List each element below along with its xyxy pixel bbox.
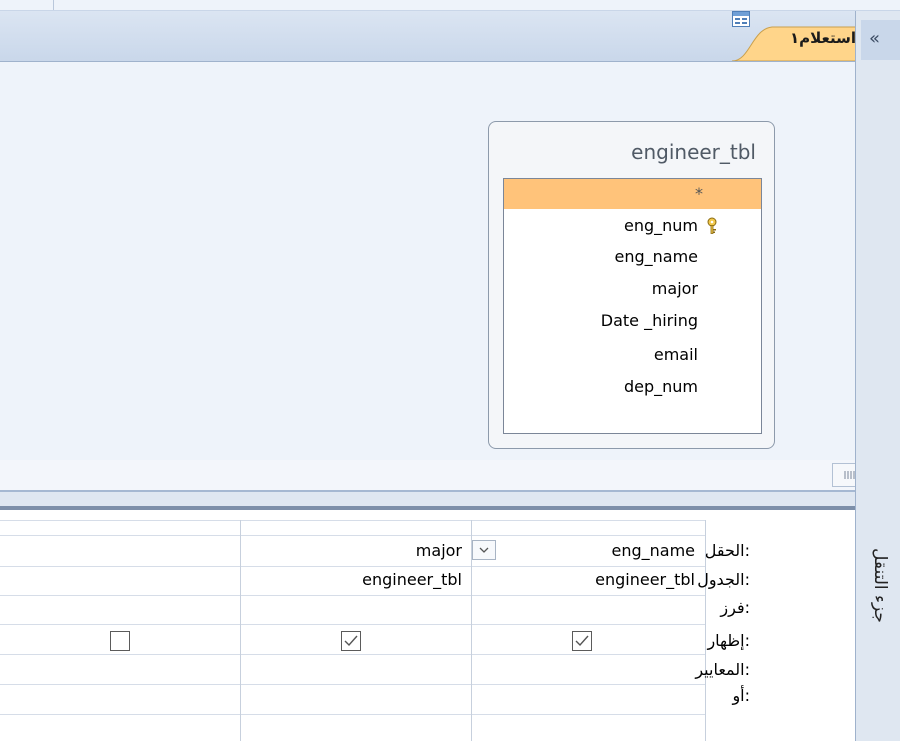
show-checkbox[interactable] — [341, 631, 361, 651]
pane-splitter[interactable] — [0, 490, 855, 510]
grid-column-divider — [240, 520, 241, 741]
horizontal-scrollbar[interactable] — [0, 460, 855, 490]
grid-line — [0, 566, 705, 567]
grid-line — [0, 624, 705, 625]
grid-line — [0, 684, 705, 685]
field-dropdown[interactable] — [472, 540, 496, 560]
grid-line — [0, 714, 705, 715]
row-label-or: أو: — [732, 686, 750, 705]
field-item-eng-num[interactable]: eng_num — [504, 210, 761, 241]
grid-table-cell[interactable]: engineer_tbl — [595, 570, 695, 589]
query-icon — [732, 11, 750, 27]
checkmark-icon — [344, 635, 358, 647]
grid-line — [0, 595, 705, 596]
grid-line — [0, 654, 705, 655]
nav-pane-label-text: جزء التنقل — [870, 548, 890, 623]
field-item-major[interactable]: major — [504, 273, 761, 304]
nav-pane-header — [861, 20, 900, 60]
row-label-sort: فرز: — [720, 598, 750, 617]
row-label-field: الحقل: — [704, 541, 750, 560]
field-item-date-hiring[interactable]: Date _hiring — [504, 305, 761, 336]
show-checkbox[interactable] — [572, 631, 592, 651]
top-strip — [0, 0, 900, 11]
row-label-criteria: المعايير: — [695, 660, 750, 679]
nav-pane-label[interactable]: جزء التنقل — [860, 548, 900, 678]
row-label-table: الجدول: — [697, 570, 750, 589]
chevron-double-left-icon[interactable]: « — [869, 28, 880, 49]
grid-field-cell[interactable]: major — [416, 541, 462, 560]
divider — [53, 0, 54, 10]
grid-table-cell[interactable]: engineer_tbl — [362, 570, 462, 589]
document-tab-bar — [0, 11, 855, 62]
grid-line — [0, 535, 705, 536]
field-item-eng-name[interactable]: eng_name — [504, 241, 761, 272]
field-item-email[interactable]: email — [504, 339, 761, 370]
table-field-list[interactable]: * eng_num eng_name major Date _hiring em… — [503, 178, 762, 434]
chevron-down-icon — [479, 547, 489, 553]
field-item-all[interactable]: * — [504, 179, 761, 209]
checkmark-icon — [575, 635, 589, 647]
grid-line — [0, 520, 705, 521]
primary-key-icon — [707, 217, 717, 234]
row-label-show: إظهار: — [707, 631, 750, 650]
grid-field-cell[interactable]: eng_name — [611, 541, 695, 560]
tab-title: استعلام١ — [789, 29, 856, 47]
field-item-dep-num[interactable]: dep_num — [504, 371, 761, 402]
show-checkbox[interactable] — [110, 631, 130, 651]
table-box-title[interactable]: engineer_tbl — [488, 140, 756, 164]
